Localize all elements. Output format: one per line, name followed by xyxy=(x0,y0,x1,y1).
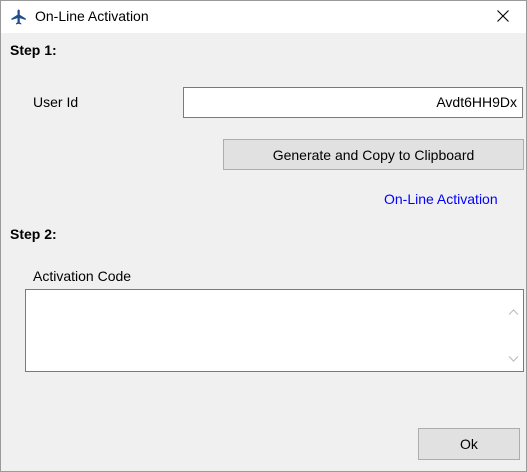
online-activation-link[interactable]: On-Line Activation xyxy=(384,191,498,207)
step1-heading: Step 1: xyxy=(10,42,57,58)
airplane-icon xyxy=(10,8,28,26)
scroll-down-icon[interactable] xyxy=(508,350,519,362)
ok-button[interactable]: Ok xyxy=(418,428,520,460)
activation-code-label: Activation Code xyxy=(33,268,132,284)
scroll-up-icon[interactable] xyxy=(508,303,519,315)
activation-code-scrollbar[interactable] xyxy=(505,291,522,370)
user-id-value: Avdt6HH9Dx xyxy=(436,94,517,110)
user-id-field[interactable]: Avdt6HH9Dx xyxy=(183,87,523,118)
close-icon xyxy=(497,9,509,25)
generate-copy-button[interactable]: Generate and Copy to Clipboard xyxy=(223,139,524,170)
user-id-label: User Id xyxy=(33,94,79,110)
window-title: On-Line Activation xyxy=(35,8,149,24)
step2-heading: Step 2: xyxy=(10,226,57,242)
close-button[interactable] xyxy=(480,1,526,33)
activation-dialog: On-Line Activation Step 1: User Id Avdt6… xyxy=(0,0,527,472)
title-bar: On-Line Activation xyxy=(1,1,526,33)
activation-code-field[interactable] xyxy=(25,289,524,372)
